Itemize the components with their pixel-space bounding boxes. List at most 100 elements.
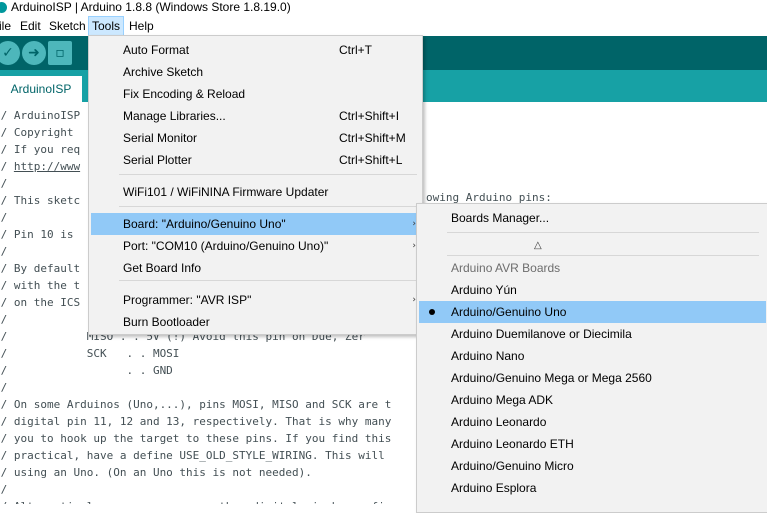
tools-menu-item-label: Burn Bootloader: [123, 315, 210, 329]
code-line: // http://www: [0, 158, 80, 175]
menu-sketch[interactable]: Sketch: [46, 16, 89, 36]
code-line: // on the ICS: [0, 296, 81, 309]
code-line: //: [0, 313, 8, 326]
menu-separator: [119, 280, 417, 281]
board-item[interactable]: Arduino Duemilanove or Diecimila: [419, 323, 766, 345]
boards-manager-label: Boards Manager...: [451, 211, 550, 225]
check-icon: ✓: [2, 45, 14, 61]
board-item-label: Arduino/Genuino Mega or Mega 2560: [451, 371, 652, 385]
tools-menu-item-label: Manage Libraries...: [123, 109, 226, 123]
code-line: // Pin 10 is: [0, 228, 74, 241]
tools-menu-item-label: Auto Format: [123, 43, 190, 57]
tools-menu-item[interactable]: Auto Format Ctrl+T: [91, 39, 420, 61]
section-header-label: Arduino AVR Boards: [451, 261, 561, 275]
verify-button[interactable]: ✓: [0, 41, 20, 65]
board-item-label: Arduino Nano: [451, 349, 525, 363]
tools-menu: Auto Format Ctrl+T Archive Sketch Fix Encod…: [88, 35, 423, 335]
board-item-label: Arduino Duemilanove or Diecimila: [451, 327, 632, 341]
tools-menu-item-label: Serial Monitor: [123, 131, 198, 145]
code-link[interactable]: http://www: [14, 160, 80, 173]
upload-button[interactable]: ➜: [22, 41, 46, 65]
tools-menu-item-label: Fix Encoding & Reload: [123, 87, 246, 101]
selected-radio-icon: [429, 309, 435, 315]
menu-edit[interactable]: Edit: [17, 16, 44, 36]
code-line: // ArduinoISP: [0, 109, 81, 122]
board-item[interactable]: Arduino Nano: [419, 345, 766, 367]
code-line: // digital pin 11, 12 and 13, respective…: [0, 415, 392, 428]
tools-menu-item[interactable]: Get Board Info: [91, 257, 420, 279]
menu-help[interactable]: Help: [126, 16, 157, 36]
code-line: // . . GND: [0, 364, 173, 377]
board-item-label: Arduino/Genuino Micro: [451, 459, 574, 473]
tools-menu-item[interactable]: Port: "COM10 (Arduino/Genuino Uno)" ›: [91, 235, 420, 257]
tools-menu-item[interactable]: Burn Bootloader: [91, 311, 420, 333]
board-item-label: Arduino Mega ADK: [451, 393, 554, 407]
code-line: //: [0, 245, 8, 258]
arduino-app-icon: [0, 2, 7, 13]
boards-manager-item[interactable]: Boards Manager...: [419, 207, 766, 229]
code-line: //: [0, 211, 8, 224]
tools-menu-item[interactable]: Serial Plotter Ctrl+Shift+L: [91, 149, 420, 171]
board-item-label: Arduino Yún: [451, 283, 517, 297]
board-item[interactable]: Arduino Yún: [419, 279, 766, 301]
window-title: ArduinoISP | Arduino 1.8.8 (Windows Stor…: [11, 0, 291, 14]
scroll-up-icon: △: [534, 240, 542, 251]
tools-menu-item[interactable]: Manage Libraries... Ctrl+Shift+I: [91, 105, 420, 127]
tools-menu-item-label: Board: "Arduino/Genuino Uno": [123, 217, 286, 231]
tools-menu-item-shortcut: Ctrl+T: [339, 43, 372, 57]
submenu-section-header: Arduino AVR Boards: [419, 257, 766, 279]
code-line: // with the t: [0, 279, 81, 292]
code-line: // If you req: [0, 143, 81, 156]
tools-menu-item-label: Get Board Info: [123, 261, 202, 275]
tools-menu-item[interactable]: WiFi101 / WiFiNINA Firmware Updater: [91, 181, 420, 203]
tools-menu-item-label: Port: "COM10 (Arduino/Genuino Uno)": [123, 239, 329, 253]
board-submenu: Boards Manager... △ Arduino AVR Boards A…: [416, 203, 767, 513]
code-line: // Alternatively you can use any other d…: [0, 498, 391, 504]
tools-menu-item-label: Programmer: "AVR ISP": [123, 293, 252, 307]
tools-menu-item[interactable]: Fix Encoding & Reload: [91, 83, 420, 105]
menu-bar: ile Edit Sketch Tools Help: [0, 16, 767, 36]
tab-arduinoisp[interactable]: ArduinoISP: [0, 76, 82, 102]
submenu-separator: [447, 232, 759, 233]
board-item[interactable]: Arduino/Genuino Uno: [419, 301, 766, 323]
code-line: // Copyright: [0, 126, 74, 139]
code-line: // you to hook up the target to these pi…: [0, 432, 392, 445]
tools-menu-item-shortcut: Ctrl+Shift+M: [339, 131, 406, 145]
board-item[interactable]: Arduino/Genuino Micro: [419, 455, 766, 477]
tools-menu-item[interactable]: Board: "Arduino/Genuino Uno" ›: [91, 213, 420, 235]
menu-separator: [119, 174, 417, 175]
tools-menu-item[interactable]: Programmer: "AVR ISP" ›: [91, 289, 420, 311]
code-line: // By default: [0, 262, 81, 275]
code-line-prefix: //: [0, 160, 8, 173]
board-item[interactable]: Arduino/Genuino Mega or Mega 2560: [419, 367, 766, 389]
title-bar: ArduinoISP | Arduino 1.8.8 (Windows Stor…: [0, 0, 767, 16]
tools-menu-item-label: Archive Sketch: [123, 65, 204, 79]
tools-menu-item-label: Serial Plotter: [123, 153, 192, 167]
tools-menu-item[interactable]: Serial Monitor Ctrl+Shift+M: [91, 127, 420, 149]
code-line: // practical, have a define USE_OLD_STYL…: [0, 449, 385, 462]
board-item[interactable]: Arduino Leonardo: [419, 411, 766, 433]
menu-file[interactable]: ile: [0, 16, 14, 36]
board-item[interactable]: Arduino Leonardo ETH: [419, 433, 766, 455]
tools-menu-item-shortcut: Ctrl+Shift+L: [339, 153, 403, 167]
board-item[interactable]: Arduino Mega ADK: [419, 389, 766, 411]
new-file-icon: ▫: [55, 45, 65, 61]
tools-menu-item[interactable]: Archive Sketch: [91, 61, 420, 83]
arrow-right-icon: ➜: [28, 45, 40, 61]
new-button[interactable]: ▫: [48, 41, 72, 65]
code-line: //: [0, 177, 8, 190]
menu-tools[interactable]: Tools: [88, 16, 125, 36]
code-line: // SCK . . MOSI: [0, 347, 180, 360]
board-item-label: Arduino Leonardo ETH: [451, 437, 574, 451]
tools-menu-item-shortcut: Ctrl+Shift+I: [339, 109, 400, 123]
tools-menu-item-label: WiFi101 / WiFiNINA Firmware Updater: [123, 185, 329, 199]
code-line: // using an Uno. (On an Uno this is not …: [0, 466, 312, 479]
board-item[interactable]: Arduino Esplora: [419, 477, 766, 499]
submenu-scroll-up[interactable]: △: [419, 235, 766, 257]
board-item-label: Arduino/Genuino Uno: [451, 305, 567, 319]
submenu-separator: [447, 255, 759, 256]
board-item-label: Arduino Esplora: [451, 481, 537, 495]
code-line: // This sketc: [0, 194, 81, 207]
code-line: //: [0, 483, 8, 496]
board-item-label: Arduino Leonardo: [451, 415, 547, 429]
